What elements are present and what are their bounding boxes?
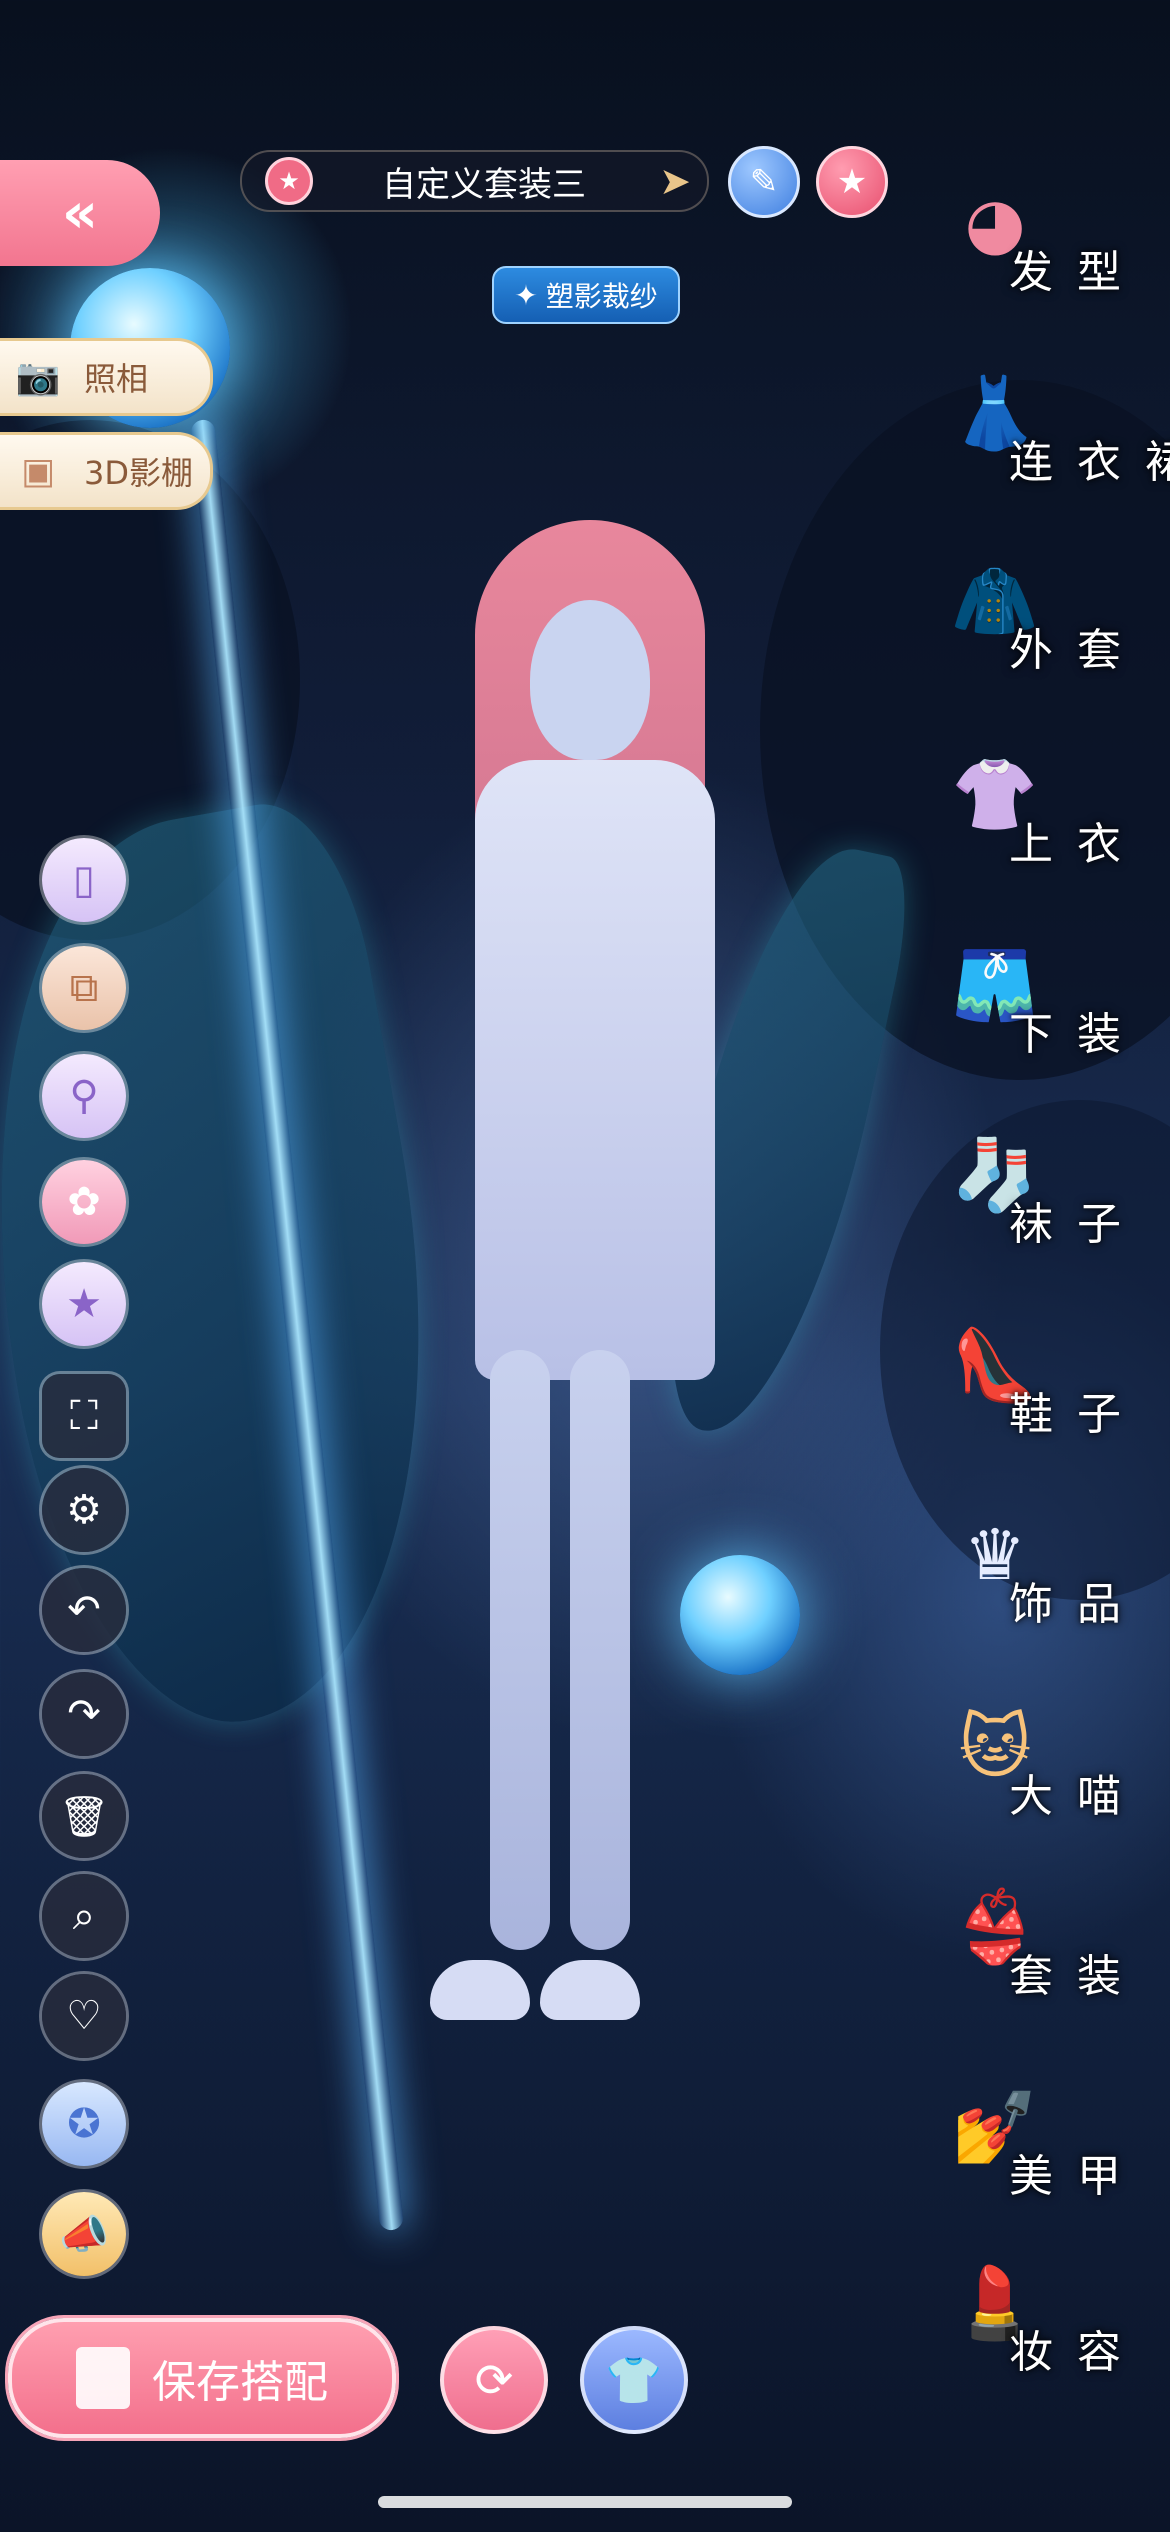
search-button[interactable]: ⌕ [42,1874,126,1958]
category-label: 袜子 [1009,1199,1145,1250]
announce-button[interactable]: 📣 [42,2192,126,2276]
like-button[interactable]: ♡ [42,1974,126,2058]
camera-icon: 📷 [15,357,61,398]
category-makeup[interactable]: 💄 妆容 [935,2248,1135,2398]
rotate-button[interactable]: ⟳ [440,2326,548,2434]
pencil-icon: ✎ [749,162,779,202]
star-badge-icon: ✪ [67,2101,101,2147]
settings-button[interactable]: ⚙ [42,1468,126,1552]
category-label: 鞋子 [1009,1389,1145,1440]
category-accessories[interactable]: ♛ 饰品 [935,1500,1135,1650]
category-label: 饰品 [1009,1579,1145,1630]
character-adjust-button[interactable]: ⚲ [42,1054,126,1138]
outfit-title-selector[interactable]: ★ 自定义套装三 ➤ [240,150,709,212]
phone-button[interactable]: ▯ [42,838,126,922]
category-outfit-set[interactable]: 👙 套装 [935,1872,1135,2022]
chevron-right-icon: ➤ [659,159,691,203]
star-icon: ★ [265,157,313,205]
category-socks[interactable]: 🧦 袜子 [935,1120,1135,1270]
category-label: 妆容 [1009,2327,1145,2378]
category-hair[interactable]: ◕ 发型 [935,168,1135,318]
category-label: 套装 [1009,1951,1145,2002]
person-adjust-icon: ⚲ [69,1073,99,1119]
category-shoes[interactable]: 👠 鞋子 [935,1310,1135,1460]
save-outfit-button[interactable]: 保存搭配 [8,2318,396,2438]
favorite-button[interactable]: ★ [816,146,888,218]
avatar-character[interactable] [380,520,800,2080]
home-indicator[interactable] [378,2496,792,2508]
phone-icon: ▯ [72,857,95,903]
redo-button[interactable]: ↷ [42,1672,126,1756]
fullscreen-button[interactable]: ⛶ [42,1374,126,1458]
effect-badge[interactable]: ✦ 塑影裁纱 [492,266,680,324]
double-chevron-left-icon: « [61,180,99,246]
outfit-scan-button[interactable]: 👕 [580,2326,688,2434]
star-badge-button[interactable]: ✪ [42,2082,126,2166]
megaphone-icon: 📣 [59,2211,109,2258]
heart-icon: ♡ [66,1993,102,2039]
undo-button[interactable]: ↶ [42,1568,126,1652]
palette-icon: ✿ [67,1179,101,1225]
category-label: 上衣 [1009,819,1145,870]
star-icon: ★ [836,162,868,202]
undo-icon: ↶ [67,1587,101,1633]
category-label: 美甲 [1009,2151,1145,2202]
category-label: 大喵 [1009,1771,1145,1822]
star-icon: ★ [66,1281,102,1327]
back-button[interactable]: « [0,160,160,266]
redo-icon: ↷ [67,1691,101,1737]
category-coat[interactable]: 🧥 外套 [935,546,1135,696]
category-label: 外套 [1009,625,1145,676]
search-icon: ⌕ [72,1893,96,1939]
sparkle-star-button[interactable]: ★ [42,1262,126,1346]
category-nails[interactable]: 💅 美甲 [935,2072,1135,2222]
layers-icon: ⧉ [69,965,99,1011]
rotate-arrow-icon: ⟳ [474,2353,514,2407]
gear-icon: ⚙ [66,1487,102,1533]
trash-icon: 🗑 [58,1793,110,1840]
shirt-scan-icon: 👕 [605,2352,663,2407]
outfit-title: 自定义套装三 [382,164,586,205]
palette-button[interactable]: ✿ [42,1160,126,1244]
category-top[interactable]: 👚 上衣 [935,740,1135,890]
effect-badge-label: 塑影裁纱 [545,280,658,313]
document-icon [76,2347,130,2409]
photo-label: 照相 [84,360,149,398]
category-label: 连衣裙 [1009,437,1170,488]
studio-3d-label: 3D影棚 [84,454,194,492]
cube-icon: ▣ [20,450,55,492]
category-label: 发型 [1009,247,1145,298]
category-dress[interactable]: 👗 连衣裙 [935,358,1170,508]
edit-button[interactable]: ✎ [728,146,800,218]
category-bottoms[interactable]: 🩳 下装 [935,930,1135,1080]
category-label: 下装 [1009,1009,1145,1060]
fullscreen-icon: ⛶ [70,1393,98,1439]
layers-button[interactable]: ⧉ [42,946,126,1030]
studio-3d-button[interactable]: ▣ 3D影棚 [0,432,213,510]
delete-button[interactable]: 🗑 [42,1774,126,1858]
category-cat[interactable]: 🐱 大喵 [935,1692,1135,1842]
sparkle-icon: ✦ [514,278,538,312]
photo-button[interactable]: 📷 照相 [0,338,213,416]
save-outfit-label: 保存搭配 [152,2357,328,2408]
